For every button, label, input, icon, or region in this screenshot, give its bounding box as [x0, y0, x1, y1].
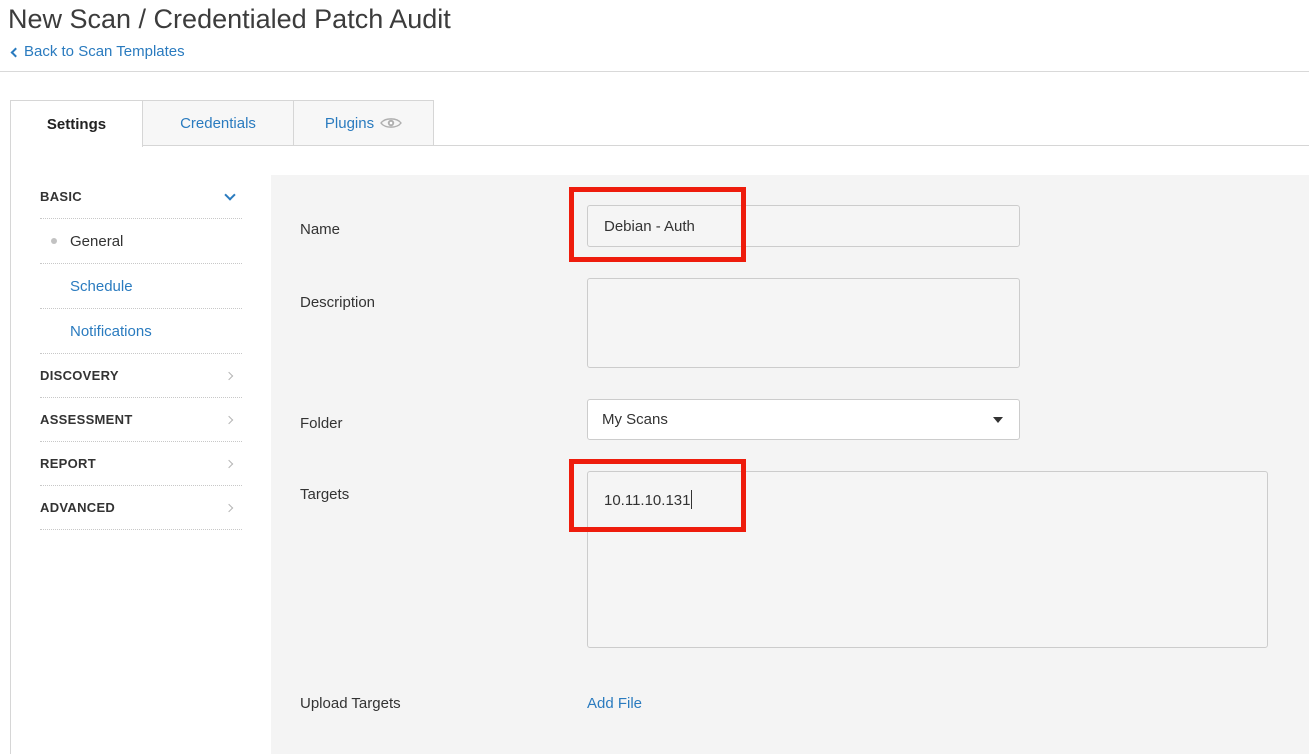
add-file-link[interactable]: Add File [587, 695, 642, 712]
header-divider [0, 71, 1309, 72]
back-link-label: Back to Scan Templates [24, 43, 185, 60]
targets-label: Targets [300, 486, 350, 503]
nav-section-discovery-label: DISCOVERY [40, 368, 119, 383]
tab-settings-label: Settings [46, 115, 107, 133]
bullet-icon [51, 238, 57, 244]
nav-section-advanced-label: ADVANCED [40, 500, 116, 515]
nav-section-assessment[interactable]: ASSESSMENT [40, 398, 242, 442]
nav-section-discovery[interactable]: DISCOVERY [40, 354, 242, 398]
nav-section-report-label: REPORT [40, 456, 96, 471]
caret-right-icon [224, 415, 234, 424]
chevron-left-icon [10, 47, 21, 57]
tab-plugins[interactable]: Plugins [293, 100, 434, 145]
description-label: Description [300, 294, 376, 311]
nav-section-advanced[interactable]: ADVANCED [40, 486, 242, 530]
description-input[interactable] [587, 278, 1020, 368]
back-to-templates-link[interactable]: Back to Scan Templates [10, 43, 185, 60]
folder-select-value: My Scans [602, 411, 668, 428]
nav-section-report[interactable]: REPORT [40, 442, 242, 486]
upload-targets-label: Upload Targets [300, 695, 401, 712]
name-highlight-box [569, 187, 746, 262]
caret-right-icon [224, 459, 234, 468]
folder-label: Folder [300, 415, 343, 432]
nav-item-general[interactable]: General [40, 219, 242, 264]
page-title: New Scan / Credentialed Patch Audit [8, 4, 451, 34]
settings-form-panel [271, 175, 1309, 754]
dropdown-arrow-icon [993, 416, 1003, 423]
tab-settings[interactable]: Settings [10, 100, 143, 147]
folder-select[interactable]: My Scans [587, 399, 1020, 440]
tab-plugins-label: Plugins [324, 114, 375, 132]
tab-credentials[interactable]: Credentials [142, 100, 294, 145]
caret-right-icon [224, 503, 234, 512]
nav-item-schedule[interactable]: Schedule [40, 264, 242, 309]
name-label: Name [300, 221, 341, 238]
settings-sidenav: BASIC General Schedule Notifications DIS… [40, 175, 242, 530]
caret-right-icon [224, 371, 234, 380]
nav-item-general-label: General [70, 232, 124, 250]
nav-section-basic[interactable]: BASIC [40, 175, 242, 219]
nav-section-assessment-label: ASSESSMENT [40, 412, 133, 427]
tab-credentials-label: Credentials [180, 114, 256, 132]
nav-item-notifications-label: Notifications [70, 322, 152, 340]
targets-highlight-box [569, 459, 746, 532]
nav-section-basic-label: BASIC [40, 189, 82, 204]
nav-item-schedule-label: Schedule [70, 277, 133, 295]
eye-icon [380, 118, 402, 128]
nav-item-notifications[interactable]: Notifications [40, 309, 242, 354]
caret-down-icon [224, 188, 236, 201]
page: New Scan / Credentialed Patch Audit Back… [0, 0, 1309, 754]
